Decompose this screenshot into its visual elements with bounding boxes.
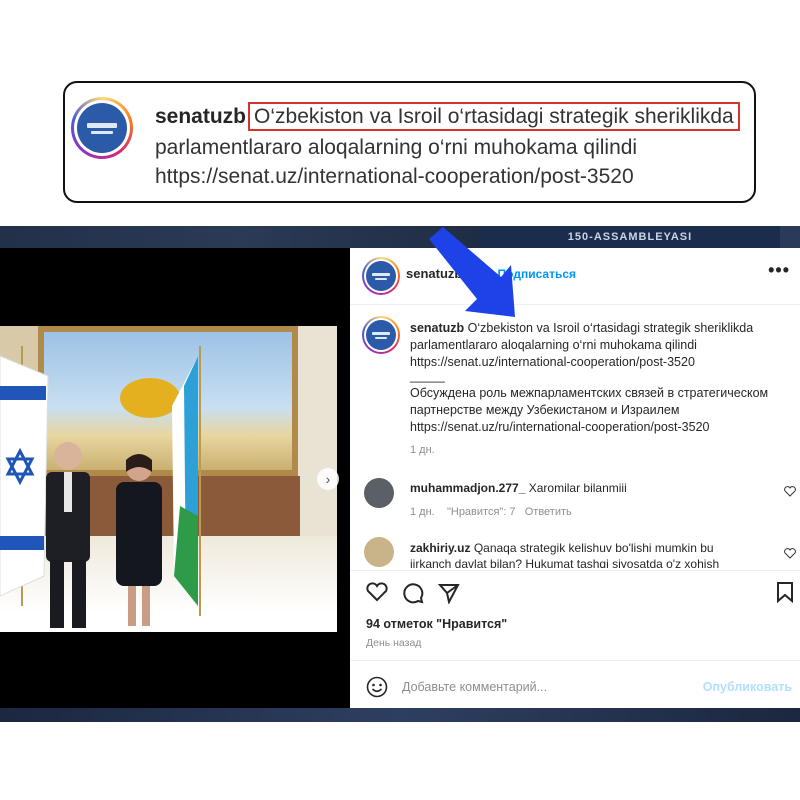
bookmark-icon[interactable]: [776, 581, 794, 603]
comment-avatar[interactable]: [364, 537, 394, 567]
highlight-box: O‘zbekiston va Isroil o‘rtasidagi strate…: [248, 102, 740, 131]
caption-link[interactable]: https://senat.uz/international-cooperati…: [410, 354, 790, 371]
zoom-callout: senatuzb O‘zbekiston va Isroil o‘rtasidag…: [63, 81, 756, 203]
caption-time: 1 дн.: [410, 444, 435, 456]
heart-icon[interactable]: [784, 486, 796, 497]
heart-icon[interactable]: [784, 548, 796, 559]
background-strip: 150-ASSAMBLEYASI: [0, 226, 800, 248]
post-caption: senatuzb O‘zbekiston va Isroil o‘rtasida…: [410, 320, 790, 459]
senat-logo-icon: [77, 103, 127, 153]
senat-logo-icon: [366, 261, 396, 291]
assembly-banner: 150-ASSAMBLEYASI: [480, 226, 780, 248]
callout-line-1: senatuzb O‘zbekiston va Isroil o‘rtasidag…: [155, 102, 740, 131]
person-man: [46, 442, 90, 628]
add-comment-input[interactable]: Добавьте комментарий...: [402, 680, 547, 694]
post-date: День назад: [366, 637, 422, 649]
callout-link[interactable]: https://senat.uz/international-cooperati…: [155, 165, 634, 189]
comment-username[interactable]: muhammadjon.277_: [410, 481, 525, 495]
comment-username[interactable]: zakhiriy.uz: [410, 541, 470, 555]
background-strip-bottom: [0, 708, 800, 722]
more-icon[interactable]: •••: [768, 260, 790, 281]
comment-item: muhammadjon.277_ Xaromilar bilanmiii 1 д…: [410, 481, 627, 518]
avatar[interactable]: [362, 316, 400, 354]
publish-button[interactable]: Опубликовать: [703, 680, 792, 694]
arrow-annotation-icon: [429, 227, 515, 317]
callout-username[interactable]: senatuzb: [155, 105, 246, 128]
senat-logo-icon: [366, 320, 396, 350]
post-photo: [0, 326, 337, 632]
avatar[interactable]: [71, 97, 133, 159]
avatar[interactable]: [362, 257, 400, 295]
callout-line-2: parlamentlararo aloqalarning o‘rni muhok…: [155, 136, 638, 159]
comment-item: zakhiriy.uz Qanaqa strategik kelishuv bo…: [410, 541, 720, 568]
likes-count[interactable]: 94 отметок "Нравится": [366, 617, 507, 631]
emoji-icon[interactable]: [366, 676, 388, 698]
share-icon[interactable]: [438, 582, 460, 604]
comment-avatar[interactable]: [364, 478, 394, 508]
caption-link-ru[interactable]: https://senat.uz/ru/international-cooper…: [410, 419, 790, 436]
post-media-panel: ›: [0, 248, 350, 708]
person-woman: [116, 454, 162, 626]
add-comment-row: Добавьте комментарий... Опубликовать: [350, 668, 800, 708]
chevron-right-icon[interactable]: ›: [317, 468, 339, 490]
heart-icon[interactable]: [366, 582, 388, 602]
comment-icon[interactable]: [402, 582, 424, 604]
